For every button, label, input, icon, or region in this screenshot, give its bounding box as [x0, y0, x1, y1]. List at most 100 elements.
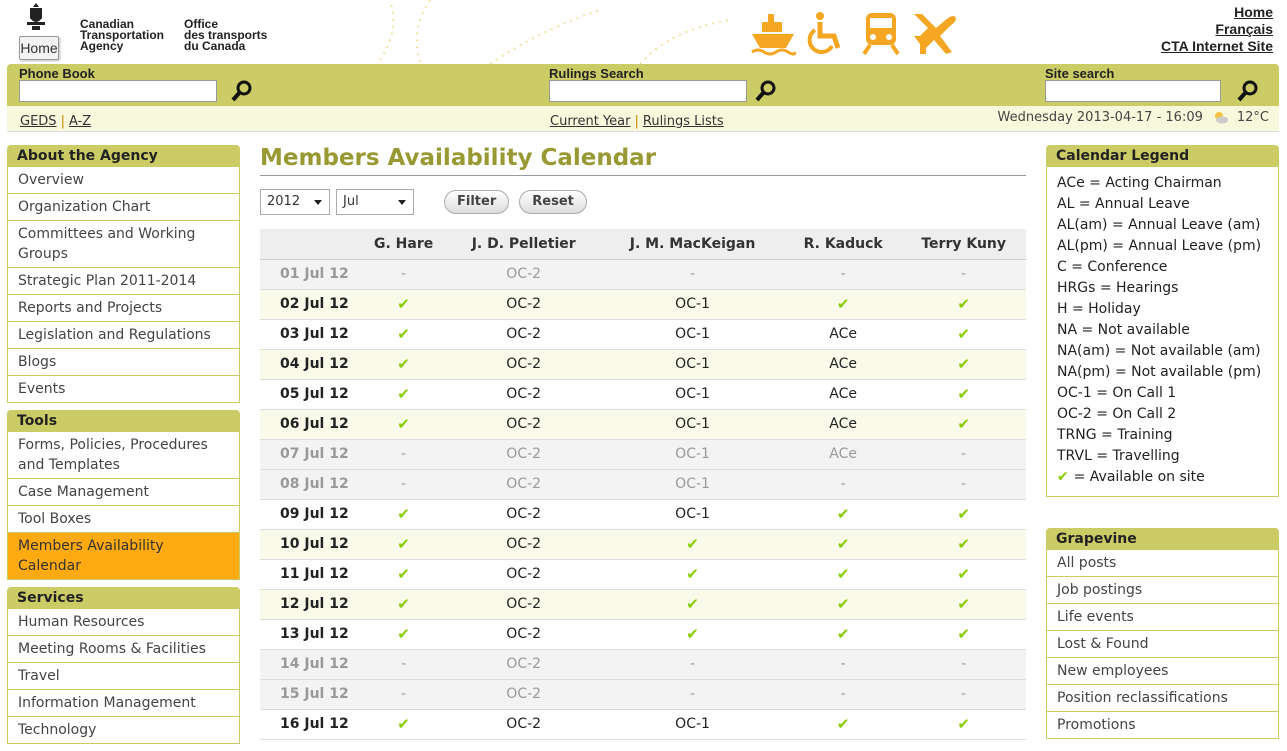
grapevine-item[interactable]: Job postings	[1046, 577, 1279, 604]
availability-table: G. Hare J. D. Pelletier J. M. MacKeigan R. …	[260, 229, 1026, 740]
site-search-icon[interactable]	[1237, 80, 1259, 102]
nav-blogs[interactable]: Blogs	[7, 349, 240, 376]
phone-book-input[interactable]	[19, 80, 217, 102]
grapevine-item[interactable]: Position reclassifications	[1046, 685, 1279, 712]
geds-link[interactable]: GEDS	[20, 114, 57, 129]
status-cell: OC-2	[447, 649, 601, 680]
reset-button[interactable]: Reset	[519, 190, 587, 214]
grapevine-item[interactable]: All posts	[1046, 550, 1279, 577]
home-link[interactable]: Home	[1161, 4, 1273, 21]
available-check-icon: ✔	[901, 619, 1026, 650]
status-cell: OC-1	[600, 499, 785, 530]
home-button[interactable]: Home	[19, 36, 59, 60]
table-row: 10 Jul 12 ✔ OC-2 ✔ ✔ ✔	[260, 529, 1026, 560]
grapevine-menu: Grapevine All posts Job postings Life even…	[1046, 528, 1279, 739]
available-check-icon: ✔	[784, 289, 902, 320]
status-cell: OC-2	[447, 319, 601, 350]
status-cell: -	[901, 259, 1026, 290]
table-row: 14 Jul 12- OC-2- - -	[260, 649, 1026, 680]
nav-meeting-rooms[interactable]: Meeting Rooms & Facilities	[7, 636, 240, 663]
nav-overview[interactable]: Overview	[7, 167, 240, 194]
status-cell: -	[360, 649, 448, 680]
nav-tool-boxes[interactable]: Tool Boxes	[7, 506, 240, 533]
link-bar: GEDS | A-Z Current Year | Rulings Lists Wedn…	[7, 106, 1279, 132]
rulings-search-icon[interactable]	[755, 80, 777, 102]
status-cell: -	[784, 679, 902, 710]
grapevine-item[interactable]: Lost & Found	[1046, 631, 1279, 658]
tools-menu: Tools Forms, Policies, Procedures and Te…	[7, 410, 240, 580]
legend-item: AL(am) = Annual Leave (am)	[1057, 217, 1261, 233]
status-cell: -	[784, 649, 902, 680]
legend-item: TRVL = Travelling	[1057, 448, 1180, 464]
column-header-member: J. M. MacKeigan	[600, 229, 785, 260]
available-check-icon: ✔	[784, 709, 902, 740]
canada-coat-of-arms-icon	[27, 3, 45, 30]
table-row: 06 Jul 12 ✔ OC-2 OC-1 ACe ✔	[260, 409, 1026, 440]
transport-modes	[750, 10, 958, 58]
site-header: Canadian Transportation Agency Office de…	[0, 0, 1287, 64]
column-header-date	[260, 229, 360, 260]
phone-book-search-icon[interactable]	[231, 80, 253, 102]
available-check-icon: ✔	[600, 529, 785, 560]
nav-events[interactable]: Events	[7, 376, 240, 403]
rulings-links: Current Year | Rulings Lists	[550, 110, 724, 129]
legend-item: OC-2 = On Call 2	[1057, 406, 1177, 422]
airplane-icon	[912, 10, 958, 56]
services-heading: Services	[7, 587, 240, 609]
status-cell: -	[784, 469, 902, 500]
table-row: 13 Jul 12 ✔ OC-2 ✔ ✔ ✔	[260, 619, 1026, 650]
nav-legislation[interactable]: Legislation and Regulations	[7, 322, 240, 349]
nav-strategic-plan[interactable]: Strategic Plan 2011-2014	[7, 268, 240, 295]
date-cell: 16 Jul 12	[260, 709, 360, 740]
train-icon	[858, 10, 904, 56]
year-select[interactable]: 2012	[260, 189, 330, 215]
nav-reports-projects[interactable]: Reports and Projects	[7, 295, 240, 322]
available-check-icon: ✔	[600, 589, 785, 620]
main-content: Members Availability Calendar 2012 Jul F…	[260, 145, 1026, 740]
nav-organization-chart[interactable]: Organization Chart	[7, 194, 240, 221]
az-link[interactable]: A-Z	[69, 114, 91, 129]
current-year-link[interactable]: Current Year	[550, 114, 630, 129]
nav-case-management[interactable]: Case Management	[7, 479, 240, 506]
table-row: 11 Jul 12 ✔ OC-2 ✔ ✔ ✔	[260, 559, 1026, 590]
tools-heading: Tools	[7, 410, 240, 432]
date-cell: 02 Jul 12	[260, 289, 360, 320]
available-check-icon: ✔	[360, 409, 448, 440]
grapevine-item[interactable]: New employees	[1046, 658, 1279, 685]
available-check-icon: ✔	[360, 289, 448, 320]
status-cell: ACe	[784, 379, 902, 410]
month-value: Jul	[343, 194, 359, 209]
nav-information-management[interactable]: Information Management	[7, 690, 240, 717]
filter-button[interactable]: Filter	[444, 190, 510, 214]
date-cell: 12 Jul 12	[260, 589, 360, 620]
chevron-down-icon	[314, 200, 322, 205]
nav-forms-policies[interactable]: Forms, Policies, Procedures and Template…	[7, 432, 240, 479]
status-cell: OC-2	[447, 589, 601, 620]
available-check-icon: ✔	[360, 619, 448, 650]
legend-item: AL = Annual Leave	[1057, 196, 1190, 212]
cta-internet-site-link[interactable]: CTA Internet Site	[1161, 38, 1273, 55]
available-check-icon: ✔	[360, 589, 448, 620]
status-cell: OC-2	[447, 499, 601, 530]
services-menu: Services Human Resources Meeting Rooms &…	[7, 587, 240, 744]
nav-committees[interactable]: Committees and Working Groups	[7, 221, 240, 268]
agency-name-en: Canadian Transportation Agency	[80, 17, 165, 53]
nav-human-resources[interactable]: Human Resources	[7, 609, 240, 636]
available-check-icon: ✔	[360, 349, 448, 380]
nav-technology[interactable]: Technology	[7, 717, 240, 744]
grapevine-item[interactable]: Life events	[1046, 604, 1279, 631]
available-check-icon: ✔	[901, 559, 1026, 590]
rulings-lists-link[interactable]: Rulings Lists	[643, 114, 724, 129]
page-title: Members Availability Calendar	[260, 145, 1026, 176]
rulings-search: Rulings Search	[543, 66, 803, 102]
status-cell: -	[901, 679, 1026, 710]
nav-travel[interactable]: Travel	[7, 663, 240, 690]
nav-members-availability-calendar[interactable]: Members Availability Calendar	[7, 533, 240, 580]
status-cell: OC-1	[600, 409, 785, 440]
rulings-search-input[interactable]	[549, 80, 747, 102]
legend-item: TRNG = Training	[1057, 427, 1173, 443]
site-search-input[interactable]	[1045, 80, 1221, 102]
column-header-member: R. Kaduck	[784, 229, 902, 260]
francais-link[interactable]: Français	[1161, 21, 1273, 38]
month-select[interactable]: Jul	[336, 189, 414, 215]
